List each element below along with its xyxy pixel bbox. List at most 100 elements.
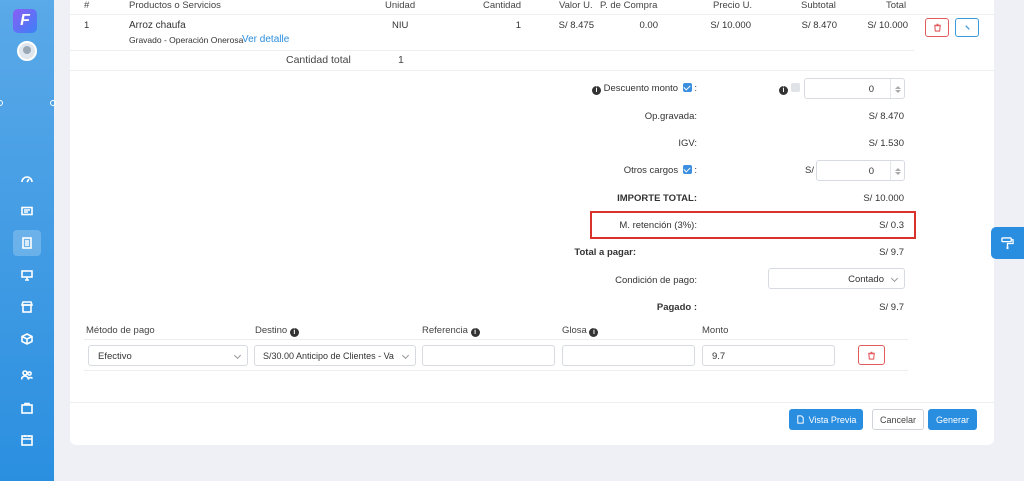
paint-roller-icon [1001,236,1014,249]
discount-info-icon: i [779,83,800,95]
qty-total-label: Cantidad total [286,54,351,66]
importe-total-value: S/ 10.000 [863,193,904,204]
col-header-num: # [84,0,90,11]
row-unit: NIU [392,20,409,31]
total-pagar-label: Total a pagar: [574,247,636,258]
delete-payment-button[interactable] [858,345,885,365]
app-logo[interactable]: F [13,9,37,33]
divider [70,70,994,71]
payment-method-value: Efectivo [98,351,132,362]
collapse-left-icon[interactable] [0,100,3,106]
discount-label: Descuento monto [603,83,679,94]
info-icon: i [289,328,299,337]
collapse-right-icon[interactable] [50,100,56,106]
condicion-pago-label: Condición de pago: [615,275,697,286]
trash-icon [933,23,941,32]
condicion-pago-select[interactable]: Contado [768,268,905,289]
nav-pos-icon[interactable] [13,262,41,288]
discount-percent-checkbox[interactable] [790,83,800,92]
payment-header-ref: Referencia i [422,325,480,337]
divider [70,402,994,403]
pencil-icon [964,25,970,30]
edit-item-button[interactable] [955,18,979,37]
destination-select[interactable]: S/30.00 Anticipo de Clientes - Va [254,345,416,366]
discount-row-label: i Descuento monto : [550,83,697,95]
destination-value: S/30.00 Anticipo de Clientes - Va [263,351,394,361]
total-pagar-value: S/ 9.7 [879,247,904,258]
other-charges-checkbox[interactable] [682,165,692,174]
other-charges-input[interactable]: 0 [816,160,905,181]
generate-button[interactable]: Generar [928,409,977,430]
discount-stepper[interactable] [890,79,904,98]
glosa-input[interactable] [562,345,695,366]
user-avatar[interactable] [17,41,37,61]
qty-total-value: 1 [398,54,404,66]
discount-checkbox[interactable] [682,83,692,92]
sidebar: F [0,0,56,481]
col-header-price: Precio U. [713,0,753,11]
condicion-pago-value: Contado [848,274,884,285]
row-subtotal: S/ 8.470 [801,20,837,31]
document-icon [796,415,804,424]
importe-total-label: IMPORTE TOTAL: [617,193,697,204]
reference-input[interactable] [422,345,555,366]
pagado-value: S/ 9.7 [879,302,904,313]
col-header-purchase: P. de Compra [600,0,658,11]
discount-input[interactable]: 0 [804,78,905,99]
col-header-subtotal: Subtotal [801,0,836,11]
row-price: S/ 10.000 [710,20,751,31]
info-icon: i [591,86,601,95]
row-num: 1 [84,20,90,31]
op-gravada-label: Op.gravada: [644,111,697,122]
divider [70,50,914,51]
col-header-unit: Unidad [385,0,416,11]
preview-label: Vista Previa [808,414,857,425]
col-header-qty: Cantidad [483,0,522,11]
divider [84,339,908,340]
other-charges-currency: S/ [805,165,814,176]
nav-dashboard-icon[interactable] [13,166,41,192]
theme-settings-button[interactable] [991,227,1024,259]
monto-input[interactable]: 9.7 [702,345,835,366]
info-icon: i [589,328,599,337]
payment-header-monto: Monto [702,325,729,336]
nav-reports-icon[interactable] [13,427,41,453]
info-icon: i [470,328,480,337]
igv-label: IGV: [678,138,697,149]
row-total: S/ 10.000 [867,20,908,31]
other-charges-stepper[interactable] [890,161,904,180]
nav-users-icon[interactable] [13,362,41,388]
delete-item-button[interactable] [925,18,949,37]
nav-products-icon[interactable] [13,326,41,352]
nav-purchases-icon[interactable] [13,395,41,421]
col-header-value: Valor U. [559,0,593,11]
op-gravada-value: S/ 8.470 [868,111,904,122]
chevron-down-icon [890,274,899,283]
nav-store-icon[interactable] [13,294,41,320]
row-product-name: Arroz chaufa [129,20,186,31]
highlight-box [590,211,916,239]
payment-header-dest: Destino i [255,325,299,337]
col-header-total: Total [886,0,907,11]
pagado-label: Pagado : [656,302,697,313]
chevron-down-icon [401,351,410,360]
payment-header-method: Método de pago [86,325,155,336]
row-purchase: 0.00 [639,20,659,31]
other-charges-row-label: Otros cargos : [623,165,697,176]
payment-method-select[interactable]: Efectivo [88,345,248,366]
cancel-button[interactable]: Cancelar [872,409,924,430]
chevron-down-icon [233,351,242,360]
other-charges-value: 0 [868,166,874,177]
trash-icon [868,351,875,360]
preview-button[interactable]: Vista Previa [789,409,863,430]
view-detail-link[interactable]: Ver detalle [242,34,289,45]
row-product-detail: Gravado - Operación Onerosa [129,35,244,45]
nav-billing-icon[interactable] [13,198,41,224]
other-charges-label: Otros cargos [623,165,679,176]
divider [84,370,908,371]
col-header-product: Productos o Servicios [129,0,221,11]
row-qty: 1 [515,20,521,31]
payment-header-glosa: Glosa i [562,325,599,337]
nav-documents-icon[interactable] [13,230,41,256]
discount-value: 0 [868,84,874,95]
